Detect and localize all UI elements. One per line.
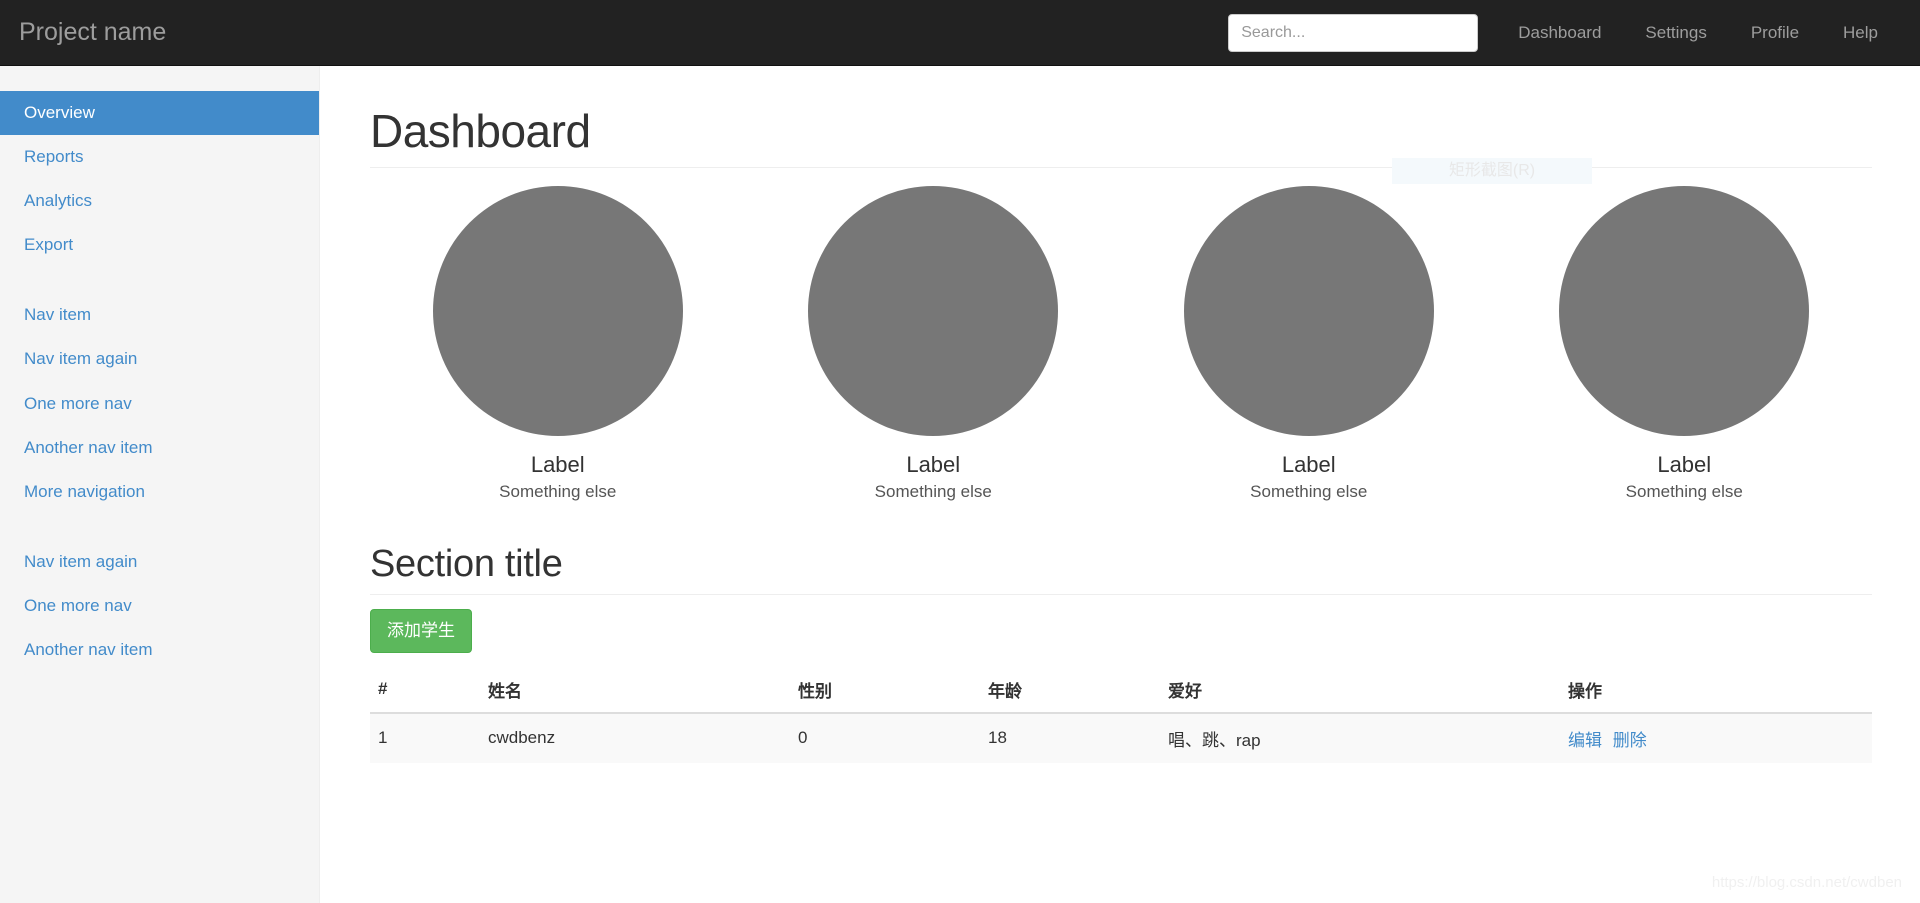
placeholder-subtitle-2: Something else [874, 481, 992, 501]
sidebar-item-nav-item[interactable]: Nav item [0, 293, 319, 337]
cell-action: 编辑 删除 [1560, 712, 1872, 763]
placeholder-item-3: Label Something else [1121, 185, 1497, 503]
placeholder-label-3: Label [1281, 451, 1336, 477]
table-row[interactable]: 1 cwdbenz 0 18 唱、跳、rap 编辑 删除 [370, 712, 1872, 763]
col-header-action: 操作 [1560, 666, 1872, 714]
search-input[interactable] [1228, 13, 1479, 52]
section-title-rule [370, 594, 1872, 596]
placeholder-item-2: Label Something else [746, 185, 1122, 503]
nav-link-dashboard[interactable]: Dashboard [1478, 23, 1623, 43]
sidebar-item-overview[interactable]: Overview [0, 91, 319, 136]
col-header-name: 姓名 [480, 666, 790, 714]
sidebar-item-another-nav-item[interactable]: Another nav item [0, 426, 319, 470]
sidebar-divider-2 [0, 514, 319, 540]
col-header-gender: 性别 [790, 666, 980, 714]
sidebar-item-analytics[interactable]: Analytics [0, 179, 319, 223]
cell-hobby: 唱、跳、rap [1160, 712, 1560, 763]
students-table: # 姓名 性别 年龄 爱好 操作 1 cwdbenz 0 18 唱、跳、rap … [370, 666, 1872, 763]
sidebar-item-one-more-nav-2[interactable]: One more nav [0, 584, 319, 628]
cell-name: cwdbenz [480, 712, 790, 763]
placeholder-subtitle-4: Something else [1625, 481, 1743, 501]
add-student-button[interactable]: 添加学生 [370, 609, 472, 653]
table-body: 1 cwdbenz 0 18 唱、跳、rap 编辑 删除 [370, 712, 1872, 763]
sidebar-item-one-more-nav[interactable]: One more nav [0, 382, 319, 426]
sidebar-item-export[interactable]: Export [0, 223, 319, 267]
sidebar-divider-1 [0, 267, 319, 293]
page-title: Dashboard [370, 105, 591, 157]
sidebar-item-reports[interactable]: Reports [0, 135, 319, 179]
sidebar-item-another-nav-item-2[interactable]: Another nav item [0, 628, 319, 672]
placeholder-item-1: Label Something else [370, 185, 746, 503]
section-title: Section title [370, 543, 563, 586]
placeholder-circle-icon-2 [808, 185, 1059, 436]
placeholder-subtitle-1: Something else [499, 481, 617, 501]
table-header-row: # 姓名 性别 年龄 爱好 操作 [370, 666, 1872, 714]
placeholder-label-4: Label [1657, 451, 1712, 477]
col-header-hobby: 爱好 [1160, 666, 1560, 714]
col-header-index: # [370, 666, 480, 714]
page-title-rule [370, 166, 1872, 168]
placeholder-circle-icon-3 [1183, 185, 1434, 436]
table-head: # 姓名 性别 年龄 爱好 操作 [370, 666, 1872, 714]
edit-link[interactable]: 编辑 [1568, 731, 1602, 750]
cell-age: 18 [980, 712, 1160, 763]
cell-index: 1 [370, 712, 480, 763]
nav-link-profile[interactable]: Profile [1729, 23, 1821, 43]
placeholder-label-1: Label [530, 451, 585, 477]
main-content: Dashboard 矩形截图(R) Label Something else L… [320, 66, 1920, 903]
delete-link[interactable]: 删除 [1613, 731, 1647, 750]
sidebar-item-more-navigation[interactable]: More navigation [0, 470, 319, 514]
col-header-age: 年龄 [980, 666, 1160, 714]
ghost-tooltip: 矩形截图(R) [1392, 157, 1592, 184]
sidebar-item-nav-item-again[interactable]: Nav item again [0, 337, 319, 381]
top-navbar: Project name Dashboard Settings Profile … [0, 0, 1920, 66]
placeholder-label-2: Label [906, 451, 961, 477]
nav-link-help[interactable]: Help [1821, 23, 1900, 43]
sidebar-item-nav-item-again-2[interactable]: Nav item again [0, 540, 319, 584]
cell-gender: 0 [790, 712, 980, 763]
placeholder-circle-icon-1 [432, 185, 683, 436]
placeholder-circle-row: 矩形截图(R) Label Something else Label Somet… [370, 157, 1873, 503]
brand-link[interactable]: Project name [0, 20, 166, 45]
placeholder-circle-icon-4 [1559, 185, 1810, 436]
nav-link-settings[interactable]: Settings [1623, 23, 1728, 43]
placeholder-subtitle-3: Something else [1250, 481, 1368, 501]
placeholder-item-4: Label Something else [1497, 185, 1873, 503]
navbar-right-group: Dashboard Settings Profile Help [1228, 13, 1920, 52]
sidebar: Overview Reports Analytics Export Nav it… [0, 66, 320, 903]
